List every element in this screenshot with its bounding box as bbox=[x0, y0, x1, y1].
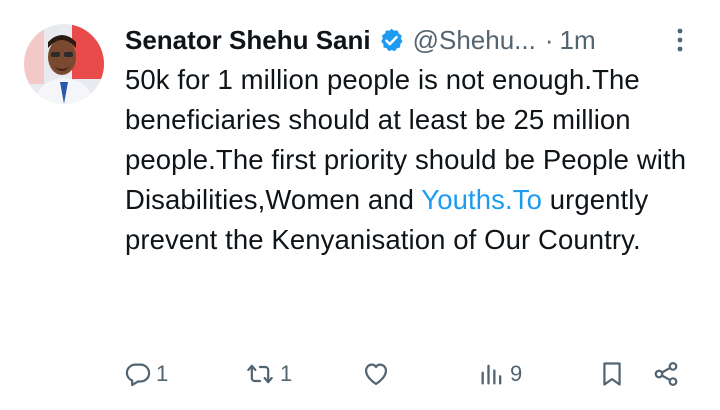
timestamp[interactable]: 1m bbox=[560, 25, 596, 56]
views-icon bbox=[481, 364, 502, 385]
tweet-text: 50k for 1 million people is not enough.T… bbox=[125, 60, 700, 260]
bookmark-icon bbox=[603, 362, 621, 386]
more-options-icon[interactable] bbox=[676, 26, 684, 54]
tweet-link[interactable]: Youths.To bbox=[421, 184, 542, 215]
retweet-icon bbox=[247, 364, 273, 384]
separator-dot: · bbox=[544, 24, 554, 55]
avatar-image bbox=[24, 24, 104, 104]
bookmark-button[interactable] bbox=[598, 354, 626, 394]
reply-count: 1 bbox=[156, 361, 169, 386]
avatar[interactable] bbox=[24, 24, 104, 104]
tweet-header: Senator Shehu Sani @Shehu... · 1m bbox=[125, 18, 700, 62]
reply-icon bbox=[125, 363, 151, 387]
retweet-count: 1 bbox=[280, 361, 293, 386]
reply-button[interactable]: 1 bbox=[124, 354, 168, 394]
verified-badge-icon bbox=[380, 28, 403, 51]
author-handle[interactable]: @Shehu... bbox=[413, 25, 536, 56]
action-bar: 1 1 9 bbox=[124, 354, 694, 394]
share-button[interactable] bbox=[652, 354, 680, 394]
views-count: 9 bbox=[510, 361, 523, 386]
like-icon bbox=[364, 363, 388, 386]
author-name[interactable]: Senator Shehu Sani bbox=[125, 25, 371, 56]
retweet-button[interactable]: 1 bbox=[244, 354, 292, 394]
share-icon bbox=[654, 362, 678, 386]
tweet-card[interactable]: Senator Shehu Sani @Shehu... · 1m 50k fo… bbox=[0, 0, 720, 410]
like-button[interactable] bbox=[362, 354, 390, 394]
views-button[interactable]: 9 bbox=[478, 354, 522, 394]
